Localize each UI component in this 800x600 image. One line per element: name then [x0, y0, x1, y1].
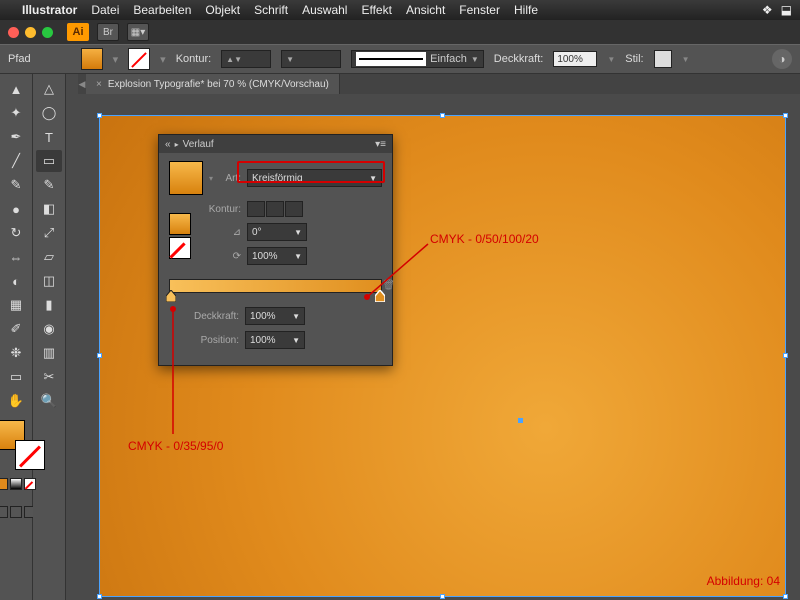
zoom-tool[interactable]: 🔍 — [36, 390, 62, 412]
panel-collapse-icon[interactable]: « — [165, 139, 171, 150]
type-label: Art: — [219, 173, 241, 184]
tools-column-b: △ ◯ T ▭ ✎ ◧ ⤢ ▱ ◫ ▮ ◉ ▥ ✂ 🔍 — [33, 74, 66, 600]
app-logo-icon: Ai — [67, 23, 89, 41]
gradient-stop-right[interactable] — [375, 290, 385, 302]
gradient-fill-swatch[interactable] — [169, 161, 203, 195]
style-swatch[interactable] — [654, 50, 672, 68]
gradient-tool[interactable]: ▮ — [36, 294, 62, 316]
menu-objekt[interactable]: Objekt — [205, 3, 240, 17]
eraser-tool[interactable]: ◧ — [36, 198, 62, 220]
fill-swatch[interactable] — [81, 48, 103, 70]
mesh-tool[interactable]: ▦ — [3, 294, 29, 316]
figure-label: Abbildung: 04 — [707, 574, 780, 588]
free-transform-tool[interactable]: ▱ — [36, 246, 62, 268]
opacity-field[interactable]: 100% — [553, 51, 597, 67]
menu-fenster[interactable]: Fenster — [459, 3, 500, 17]
stop-opacity-field[interactable]: 100%▼ — [245, 307, 305, 325]
panel-menu-icon[interactable]: ◑ — [772, 49, 792, 69]
tools-column-a: ▲ ✦ ✒ ╱ ✎ ● ↻ ⇔ ◐ ▦ ✐ ❉ ▭ ✋ — [0, 74, 33, 600]
selection-type-label: Pfad — [8, 53, 31, 65]
paintbrush-tool[interactable]: ✎ — [3, 174, 29, 196]
rectangle-tool[interactable]: ▭ — [36, 150, 62, 172]
stroke-gradient-swatch[interactable] — [169, 213, 191, 235]
selection-tool[interactable]: ▲ — [3, 78, 29, 100]
dropbox-icon[interactable]: ⬓ — [781, 3, 792, 17]
type-tool[interactable]: T — [36, 126, 62, 148]
gradient-stop-left[interactable] — [166, 290, 176, 302]
menu-effekt[interactable]: Effekt — [361, 3, 391, 17]
annotation-left-stop: CMYK - 0/35/95/0 — [128, 439, 223, 453]
blend-tool[interactable]: ◉ — [36, 318, 62, 340]
color-mode-switches[interactable] — [0, 478, 36, 490]
scale-tool[interactable]: ⤢ — [36, 222, 62, 244]
stop-position-field[interactable]: 100%▼ — [245, 331, 305, 349]
control-bar: Pfad ▾ ▾ Kontur: ▲▼ ▼ Einfach ▼ Deckkraf… — [0, 44, 800, 74]
close-window-button[interactable] — [8, 27, 19, 38]
slice-tool[interactable]: ✂ — [36, 366, 62, 388]
screen-mode-switches[interactable] — [0, 506, 36, 518]
eyedropper-tool[interactable]: ✐ — [3, 318, 29, 340]
panel-menu-icon[interactable]: ▾≡ — [375, 139, 386, 150]
canvas[interactable]: « ▸ Verlauf ▾≡ ▾ Art: Kreisförmig▼ — [78, 94, 800, 600]
menu-datei[interactable]: Datei — [91, 3, 119, 17]
lasso-tool[interactable]: ◯ — [36, 102, 62, 124]
window-titlebar: Ai Br ▦▾ — [0, 20, 800, 44]
left-dock: ▲ ✦ ✒ ╱ ✎ ● ↻ ⇔ ◐ ▦ ✐ ❉ ▭ ✋ △ ◯ T ▭ — [0, 74, 70, 600]
menu-schrift[interactable]: Schrift — [254, 3, 288, 17]
close-tab-icon[interactable]: × — [96, 79, 102, 90]
brush-label: Einfach — [430, 53, 467, 65]
stroke-weight-dropdown[interactable]: ▲▼ — [221, 50, 271, 68]
brush-dropdown[interactable]: Einfach ▼ — [351, 50, 484, 68]
fill-stroke-indicator[interactable] — [0, 420, 37, 462]
shape-builder-tool[interactable]: ◐ — [3, 270, 29, 292]
line-tool[interactable]: ╱ — [3, 150, 29, 172]
rotate-tool[interactable]: ↻ — [3, 222, 29, 244]
hand-tool[interactable]: ✋ — [3, 390, 29, 412]
document-tab[interactable]: × Explosion Typografie* bei 70 % (CMYK/V… — [86, 74, 340, 94]
zoom-window-button[interactable] — [42, 27, 53, 38]
menu-app[interactable]: Illustrator — [22, 3, 77, 17]
gradient-slider[interactable]: 🗑 — [169, 279, 382, 293]
stroke-label: Kontur: — [176, 53, 211, 65]
gradient-panel[interactable]: « ▸ Verlauf ▾≡ ▾ Art: Kreisförmig▼ — [158, 134, 393, 366]
stroke-none-swatch[interactable] — [169, 237, 191, 259]
menu-ansicht[interactable]: Ansicht — [406, 3, 445, 17]
stroke-align-buttons[interactable] — [247, 201, 303, 217]
bridge-button[interactable]: Br — [97, 23, 119, 41]
aspect-field[interactable]: 100%▼ — [247, 247, 307, 265]
gradient-panel-title: Verlauf — [183, 139, 214, 150]
panel-opacity-label: Deckkraft: — [169, 311, 239, 322]
stroke-swatch[interactable] — [128, 48, 150, 70]
angle-field[interactable]: 0°▼ — [247, 223, 307, 241]
panel-position-label: Position: — [169, 335, 239, 346]
blob-brush-tool[interactable]: ● — [3, 198, 29, 220]
gradient-panel-header[interactable]: « ▸ Verlauf ▾≡ — [159, 135, 392, 153]
pen-tool[interactable]: ✒ — [3, 126, 29, 148]
evernote-icon[interactable]: ❖ — [762, 3, 773, 17]
width-tool[interactable]: ⇔ — [3, 246, 29, 268]
perspective-grid-tool[interactable]: ◫ — [36, 270, 62, 292]
document-tabs: ◀ × Explosion Typografie* bei 70 % (CMYK… — [78, 74, 800, 94]
pencil-tool[interactable]: ✎ — [36, 174, 62, 196]
menu-auswahl[interactable]: Auswahl — [302, 3, 347, 17]
annotation-right-stop: CMYK - 0/50/100/20 — [430, 232, 539, 246]
symbol-sprayer-tool[interactable]: ❉ — [3, 342, 29, 364]
artboard-tool[interactable]: ▭ — [3, 366, 29, 388]
menu-bearbeiten[interactable]: Bearbeiten — [133, 3, 191, 17]
delete-stop-icon[interactable]: 🗑 — [382, 280, 395, 291]
panel-stroke-label: Kontur: — [197, 204, 241, 215]
style-label: Stil: — [625, 53, 643, 65]
magic-wand-tool[interactable]: ✦ — [3, 102, 29, 124]
minimize-window-button[interactable] — [25, 27, 36, 38]
menu-hilfe[interactable]: Hilfe — [514, 3, 538, 17]
gradient-type-dropdown[interactable]: Kreisförmig▼ — [247, 169, 382, 187]
document-tab-title: Explosion Typografie* bei 70 % (CMYK/Vor… — [108, 79, 329, 90]
arrange-documents-button[interactable]: ▦▾ — [127, 23, 149, 41]
macos-menubar: Illustrator Datei Bearbeiten Objekt Schr… — [0, 0, 800, 20]
direct-selection-tool[interactable]: △ — [36, 78, 62, 100]
opacity-label: Deckkraft: — [494, 53, 544, 65]
stroke-width-profile-dropdown[interactable]: ▼ — [281, 50, 341, 68]
column-graph-tool[interactable]: ▥ — [36, 342, 62, 364]
